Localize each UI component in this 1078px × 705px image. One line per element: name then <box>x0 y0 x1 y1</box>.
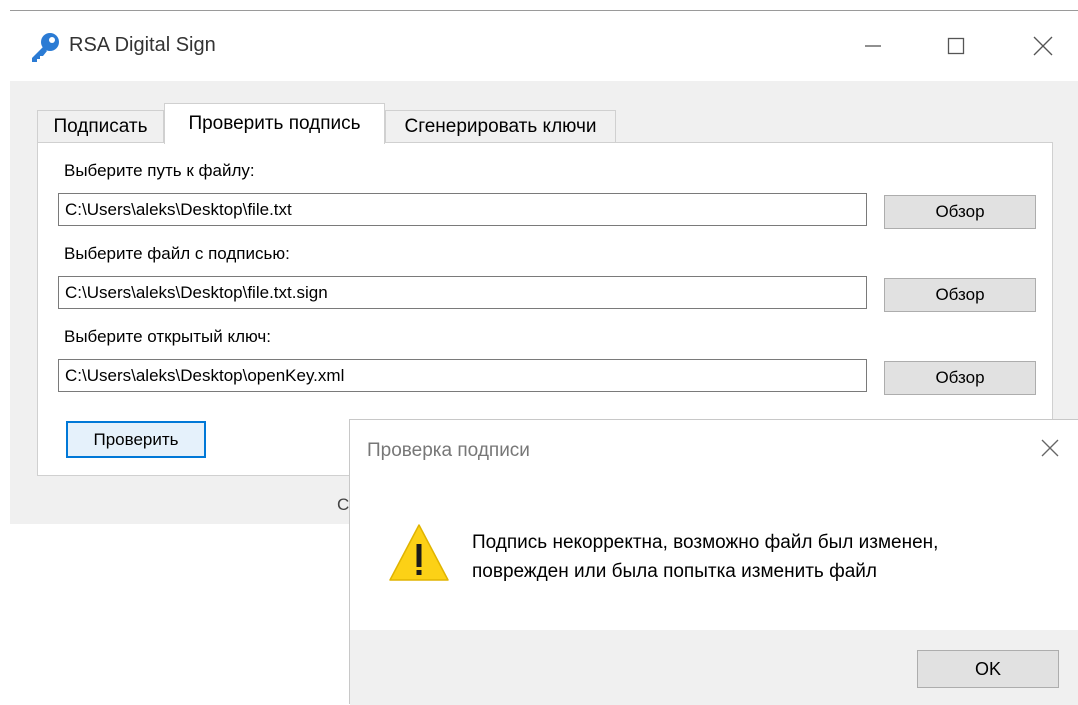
file-path-label: Выберите путь к файлу: <box>64 161 255 180</box>
dialog-title: Проверка подписи <box>367 440 530 461</box>
tab-verify-signature[interactable]: Проверить подпись <box>164 103 385 144</box>
warning-icon <box>388 522 450 584</box>
window-title: RSA Digital Sign <box>69 34 216 56</box>
browse-signature-button[interactable]: Обзор <box>884 278 1036 312</box>
close-icon <box>1033 36 1053 56</box>
minimize-button[interactable] <box>844 11 902 81</box>
minimize-icon <box>865 45 881 47</box>
dialog-close-button[interactable] <box>1034 432 1066 464</box>
ok-button[interactable]: OK <box>917 650 1059 688</box>
file-path-input[interactable]: C:\Users\aleks\Desktop\file.txt <box>58 193 867 226</box>
key-icon <box>28 31 62 63</box>
maximize-icon <box>947 37 965 55</box>
dialog-footer: OK <box>350 630 1078 705</box>
tab-generate-keys[interactable]: Сгенерировать ключи <box>385 110 616 143</box>
dialog-message-line-1: Подпись некорректна, возможно файл был и… <box>472 532 939 553</box>
maximize-button[interactable] <box>927 11 985 81</box>
browse-file-button[interactable]: Обзор <box>884 195 1036 229</box>
dialog-message: Подпись некорректна, возможно файл был и… <box>472 528 938 586</box>
close-icon <box>1041 439 1059 457</box>
verify-button[interactable]: Проверить <box>66 421 206 458</box>
public-key-input[interactable]: C:\Users\aleks\Desktop\openKey.xml <box>58 359 867 392</box>
browse-key-button[interactable]: Обзор <box>884 361 1036 395</box>
signature-file-input[interactable]: C:\Users\aleks\Desktop\file.txt.sign <box>58 276 867 309</box>
tab-sign[interactable]: Подписать <box>37 110 164 143</box>
obscured-text: С <box>337 495 350 514</box>
signature-file-label: Выберите файл с подписью: <box>64 244 290 263</box>
title-bar[interactable]: RSA Digital Sign <box>10 11 1078 81</box>
message-dialog: Проверка подписи Подпись некорректна, во… <box>349 419 1078 705</box>
dialog-message-line-2: поврежден или была попытка изменить файл <box>472 561 877 582</box>
public-key-label: Выберите открытый ключ: <box>64 327 271 346</box>
close-button[interactable] <box>1014 11 1072 81</box>
